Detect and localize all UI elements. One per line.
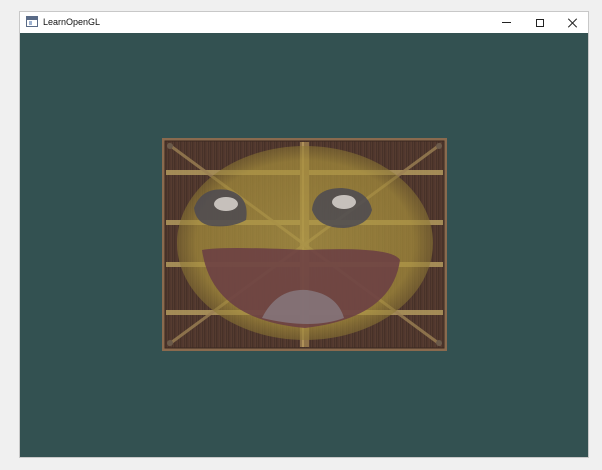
awesome-face-texture: [177, 146, 433, 340]
minimize-icon: [501, 22, 511, 23]
window-title: LearnOpenGL: [43, 17, 101, 27]
opengl-viewport[interactable]: [20, 33, 588, 457]
textured-quad: [162, 138, 447, 351]
close-icon: [568, 18, 578, 28]
minimize-button[interactable]: [489, 12, 523, 33]
title-bar[interactable]: LearnOpenGL: [20, 12, 588, 33]
maximize-button[interactable]: [523, 12, 557, 33]
container-texture: [162, 138, 447, 351]
app-window: LearnOpenGL: [19, 11, 589, 458]
app-icon[interactable]: [26, 16, 38, 27]
maximize-icon: [536, 18, 544, 27]
close-button[interactable]: [556, 12, 590, 33]
